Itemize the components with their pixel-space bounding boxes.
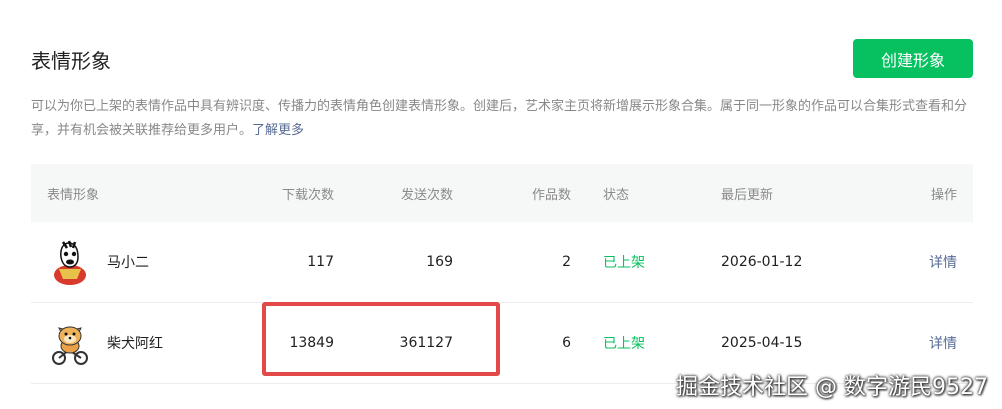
header-name: 表情形象 [47,187,100,203]
downloads-cell: 13849 [289,335,334,351]
name-cell: 马小二 [47,222,149,302]
status-badge: 已上架 [603,255,645,271]
horse-character-icon [54,240,86,285]
character-table: 表情形象 下载次数 发送次数 作品数 状态 最后更新 操作 马小二 117 16… [31,164,973,384]
sends-cell: 361127 [399,335,453,351]
updated-cell: 2026-01-12 [721,254,803,270]
header-works: 作品数 [531,187,571,203]
character-name: 柴犬阿红 [107,336,163,352]
header-updated: 最后更新 [721,187,774,203]
watermark: 掘金技术社区 @ 数字游民9527 [676,375,988,400]
header-actions: 操作 [930,187,957,203]
downloads-cell: 117 [307,254,334,270]
works-cell: 6 [562,335,571,351]
create-character-button[interactable]: 创建形象 [853,39,973,78]
details-link[interactable]: 详情 [929,252,957,272]
details-cell: 详情 [929,222,957,302]
description: 可以为你已上架的表情作品中具有辨识度、传播力的表情角色创建表情形象。创建后，艺术… [31,95,976,143]
name-cell: 柴犬阿红 [47,303,163,383]
learn-more-link[interactable]: 了解更多 [252,123,304,138]
works-cell: 2 [562,254,571,270]
page-title: 表情形象 [31,49,111,73]
header-sends: 发送次数 [400,187,453,203]
details-link[interactable]: 详情 [929,333,957,353]
shiba-cyclist-icon [52,326,88,365]
character-name: 马小二 [107,255,149,271]
description-text: 可以为你已上架的表情作品中具有辨识度、传播力的表情角色创建表情形象。创建后，艺术… [31,99,968,138]
header-downloads: 下载次数 [281,187,334,203]
table-header: 表情形象 下载次数 发送次数 作品数 状态 最后更新 操作 [31,164,973,222]
header-status: 状态 [603,187,630,203]
table-row: 马小二 117 169 2 已上架 2026-01-12 详情 [31,222,973,303]
sends-cell: 169 [426,254,453,270]
status-badge: 已上架 [603,336,645,352]
